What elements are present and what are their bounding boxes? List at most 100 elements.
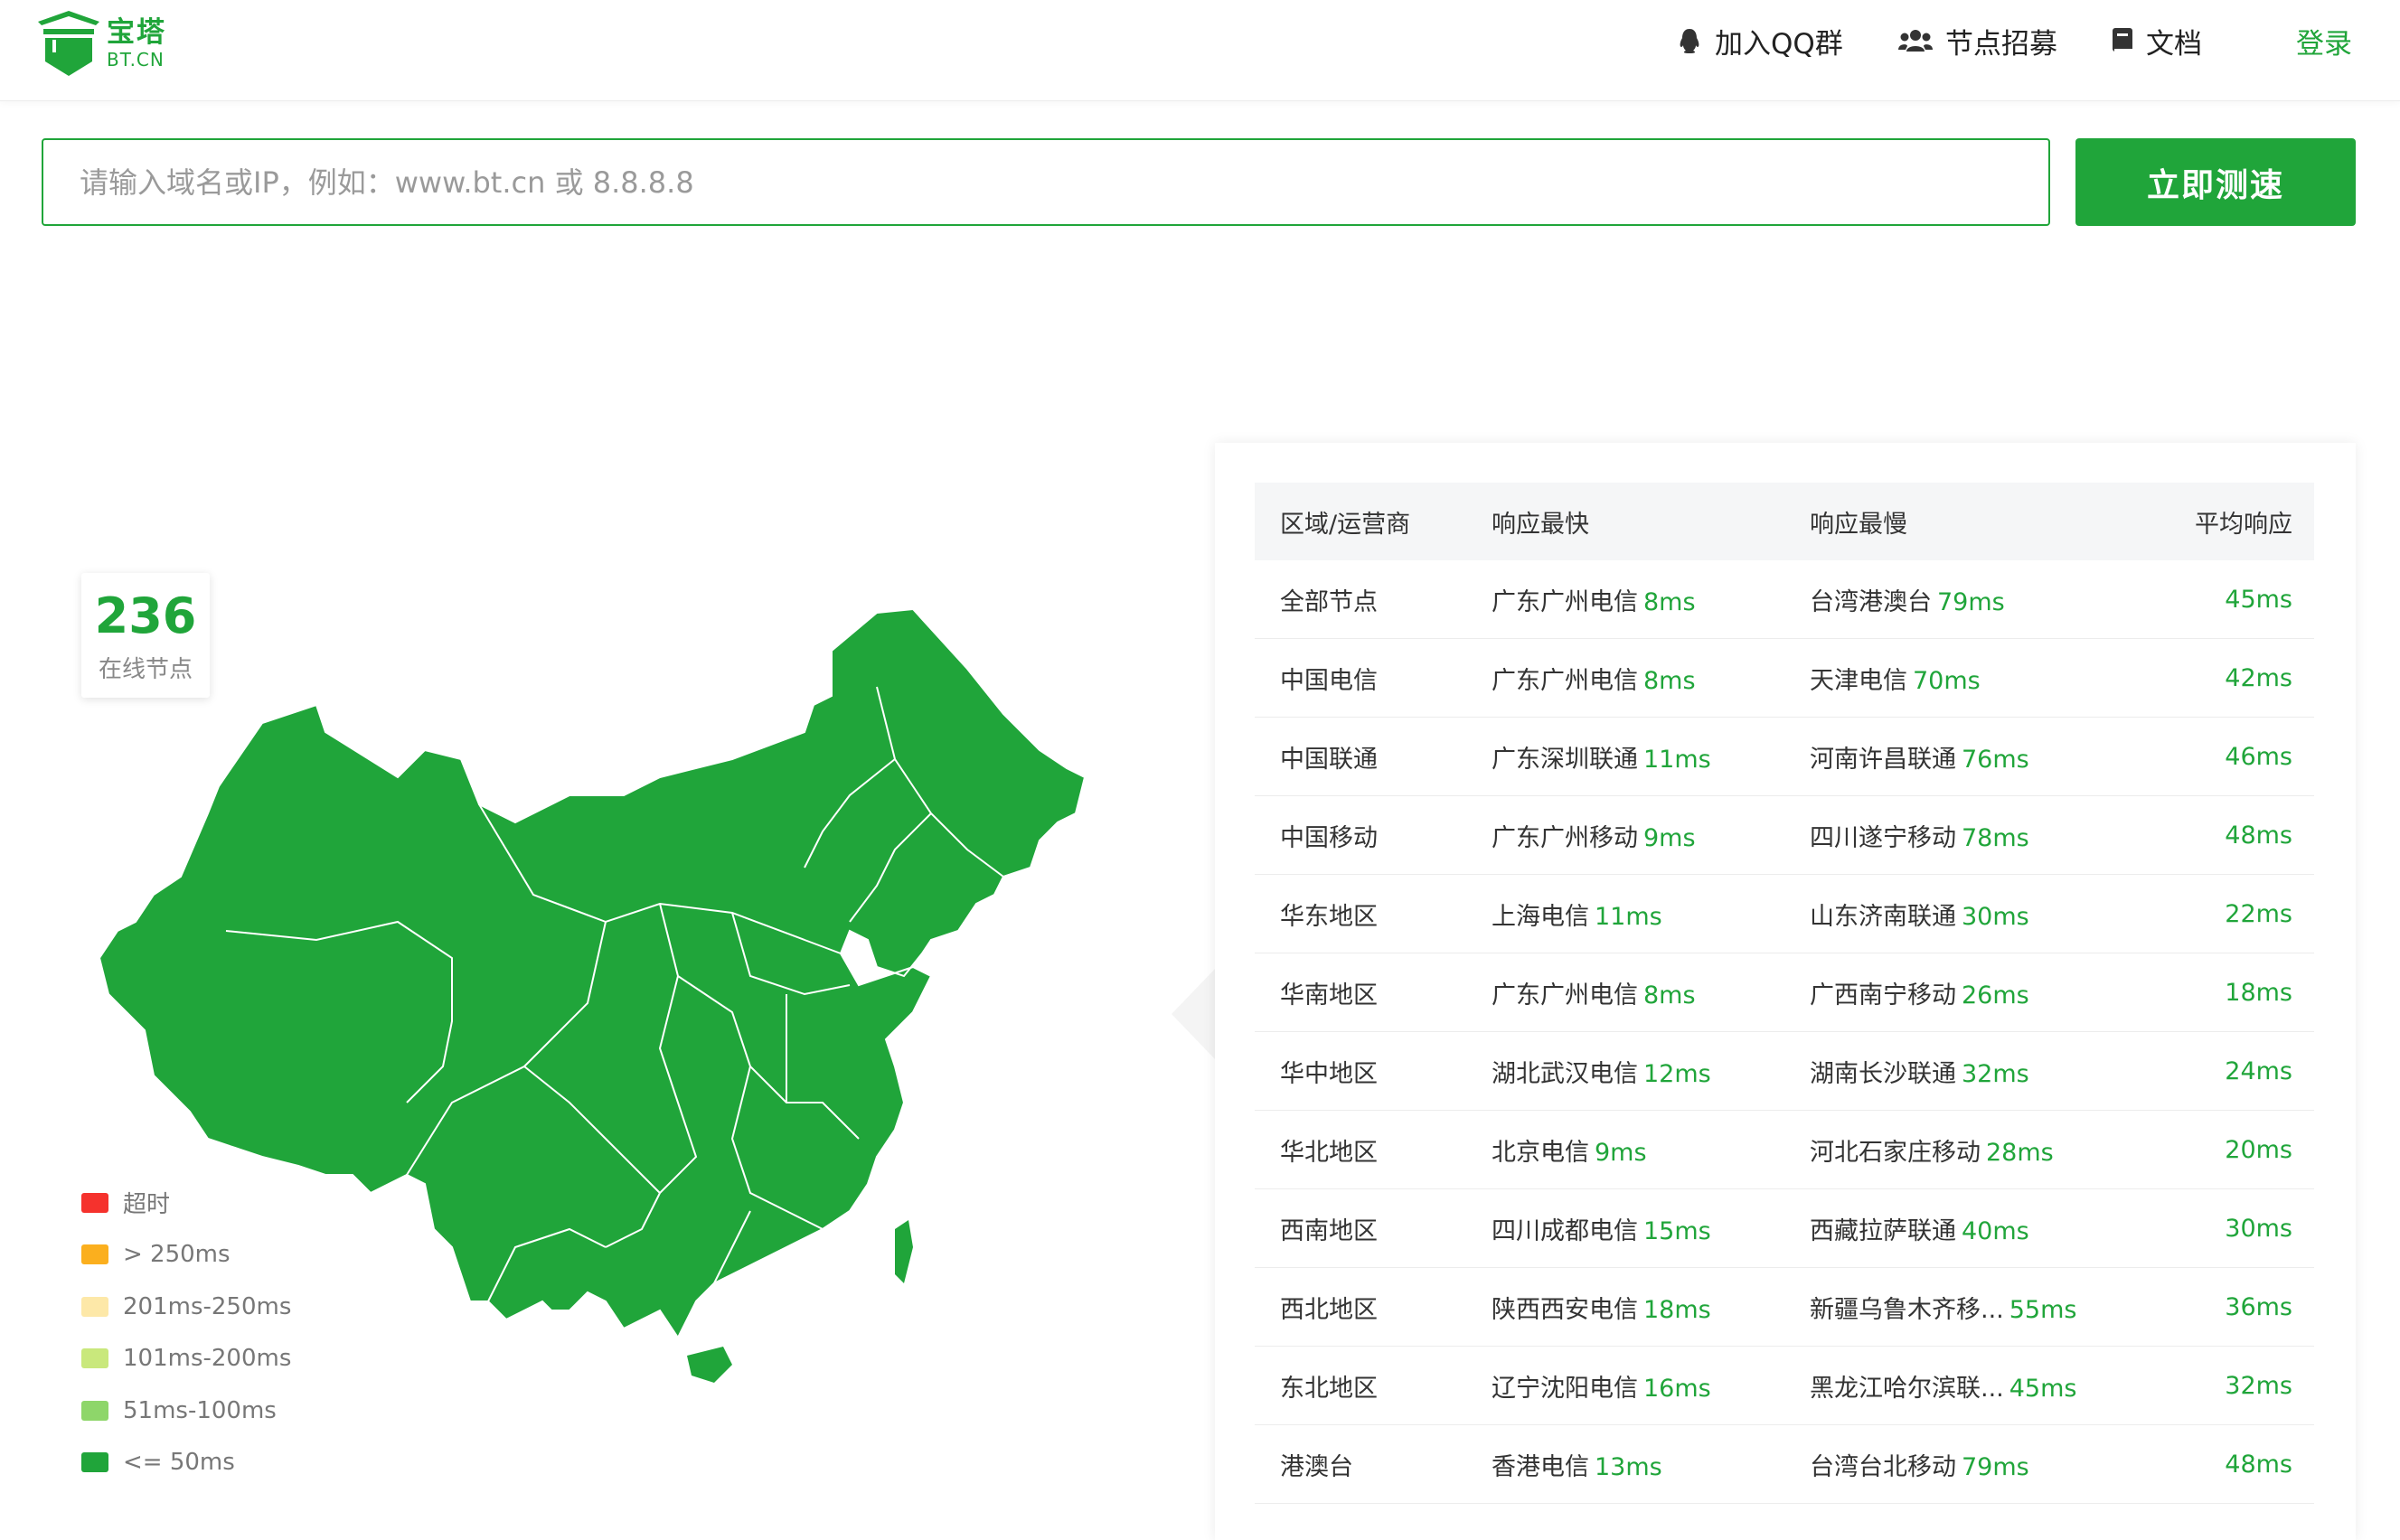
domain-ip-search-input[interactable] [42, 138, 2050, 226]
cell-slowest: 河北石家庄移动 28ms [1810, 1132, 2054, 1168]
cell-region: 华北地区 [1280, 1138, 1378, 1167]
cell-fastest: 上海电信 11ms [1492, 897, 1662, 932]
cell-slowest: 四川遂宁移动 78ms [1810, 818, 2029, 853]
table-row[interactable]: 中国电信 广东广州电信 8ms 天津电信 70ms 42ms [1255, 639, 2314, 718]
legend-label: 51ms-100ms [123, 1396, 277, 1424]
bt-logo-icon[interactable] [33, 5, 105, 78]
legend-swatch [81, 1192, 108, 1213]
speed-summary-table: 区域/运营商 响应最快 响应最慢 平均响应 全部节点 广东广州电信 8ms 台湾港澳台… [1255, 483, 2314, 1504]
slowest-node: 新疆乌鲁木齐移... [1810, 1295, 2004, 1324]
nav-node-recruit[interactable]: 节点招募 [1898, 20, 2057, 61]
col-fastest-header: 响应最快 [1492, 510, 1589, 539]
cell-average: 32ms [2225, 1371, 2292, 1400]
fastest-node: 北京电信 [1492, 1138, 1589, 1167]
cell-slowest: 湖南长沙联通 32ms [1810, 1054, 2029, 1089]
cell-region: 港澳台 [1280, 1452, 1353, 1481]
cell-region: 中国联通 [1280, 745, 1378, 774]
cell-average: 48ms [2225, 821, 2292, 850]
cell-average: 24ms [2225, 1056, 2292, 1085]
col-average-header: 平均响应 [2195, 510, 2292, 539]
taiwan-island[interactable] [895, 1220, 913, 1283]
table-row[interactable]: 中国移动 广东广州移动 9ms 四川遂宁移动 78ms 48ms [1255, 796, 2314, 875]
table-row[interactable]: 港澳台 香港电信 13ms 台湾台北移动 79ms 48ms [1255, 1425, 2314, 1504]
col-slowest-header: 响应最慢 [1810, 510, 1907, 539]
slowest-node: 广西南宁移动 [1810, 981, 1956, 1009]
slowest-ms: 79ms [1962, 1452, 2029, 1481]
nav-qq-group[interactable]: 加入QQ群 [1677, 20, 1843, 61]
cell-fastest: 香港电信 13ms [1492, 1447, 1662, 1482]
cell-average: 45ms [2225, 585, 2292, 614]
table-body: 全部节点 广东广州电信 8ms 台湾港澳台 79ms 45ms 中国电信 广东广州电信 8ms 天… [1255, 560, 2314, 1504]
cell-average: 22ms [2225, 899, 2292, 928]
table-row[interactable]: 西北地区 陕西西安电信 18ms 新疆乌鲁木齐移... 55ms 36ms [1255, 1268, 2314, 1347]
fastest-ms: 8ms [1643, 981, 1696, 1009]
fastest-node: 湖北武汉电信 [1492, 1059, 1638, 1088]
slowest-ms: 45ms [2009, 1374, 2077, 1403]
table-row[interactable]: 全部节点 广东广州电信 8ms 台湾港澳台 79ms 45ms [1255, 560, 2314, 639]
slowest-node: 台湾港澳台 [1810, 587, 1932, 616]
slowest-node: 山东济南联通 [1810, 902, 1956, 931]
table-row[interactable]: 西南地区 四川成都电信 15ms 西藏拉萨联通 40ms 30ms [1255, 1189, 2314, 1268]
table-row[interactable]: 中国联通 广东深圳联通 11ms 河南许昌联通 76ms 46ms [1255, 718, 2314, 796]
cell-average: 48ms [2225, 1450, 2292, 1479]
logo-domain[interactable]: BT.CN [107, 49, 165, 70]
nav-docs-label: 文档 [2146, 27, 2202, 61]
table-row[interactable]: 东北地区 辽宁沈阳电信 16ms 黑龙江哈尔滨联... 45ms 32ms [1255, 1347, 2314, 1425]
fastest-node: 陕西西安电信 [1492, 1295, 1638, 1324]
fastest-node: 广东广州移动 [1492, 823, 1638, 852]
fastest-ms: 11ms [1643, 745, 1711, 774]
slowest-node: 黑龙江哈尔滨联... [1810, 1374, 2004, 1403]
fastest-ms: 13ms [1595, 1452, 1662, 1481]
table-row[interactable]: 华南地区 广东广州电信 8ms 广西南宁移动 26ms 18ms [1255, 953, 2314, 1032]
cell-region: 东北地区 [1280, 1374, 1378, 1403]
fastest-node: 广东广州电信 [1492, 666, 1638, 695]
legend-swatch [81, 1296, 108, 1317]
fastest-ms: 8ms [1643, 666, 1696, 695]
legend-item: 201ms-250ms [81, 1281, 291, 1333]
slowest-node: 西藏拉萨联通 [1810, 1216, 1956, 1245]
cell-slowest: 西藏拉萨联通 40ms [1810, 1211, 2029, 1246]
online-node-label: 在线节点 [98, 656, 193, 683]
cell-slowest: 广西南宁移动 26ms [1810, 975, 2029, 1010]
table-row[interactable]: 华中地区 湖北武汉电信 12ms 湖南长沙联通 32ms 24ms [1255, 1032, 2314, 1111]
cell-region: 西南地区 [1280, 1216, 1378, 1245]
table-header: 区域/运营商 响应最快 响应最慢 平均响应 [1255, 483, 2314, 560]
latency-legend: 超时 > 250ms 201ms-250ms 101ms-200ms 51ms-100m… [81, 1177, 291, 1488]
legend-item: 101ms-200ms [81, 1333, 291, 1385]
cell-region: 全部节点 [1280, 587, 1378, 616]
speed-test-button[interactable]: 立即测速 [2075, 138, 2356, 226]
legend-swatch [81, 1452, 108, 1473]
nav-qq-label: 加入QQ群 [1715, 27, 1843, 61]
hainan-island[interactable] [687, 1347, 732, 1383]
qq-penguin-icon [1680, 29, 1699, 53]
slowest-ms: 76ms [1962, 745, 2029, 774]
fastest-node: 四川成都电信 [1492, 1216, 1638, 1245]
logo-name[interactable]: 宝塔 [107, 9, 166, 50]
legend-label: 201ms-250ms [123, 1292, 292, 1320]
legend-item: 51ms-100ms [81, 1385, 291, 1437]
nav-docs[interactable]: 文档 [2112, 20, 2202, 61]
slowest-node: 四川遂宁移动 [1810, 823, 1956, 852]
cell-fastest: 广东广州电信 8ms [1492, 975, 1696, 1010]
cell-average: 20ms [2225, 1135, 2292, 1164]
cell-region: 中国电信 [1280, 666, 1378, 695]
slowest-ms: 28ms [1986, 1138, 2054, 1167]
top-header: 宝塔 BT.CN 加入QQ群 节点招募 文档 登录 [0, 0, 2400, 101]
book-icon [2113, 28, 2132, 52]
cell-fastest: 四川成都电信 15ms [1492, 1211, 1711, 1246]
cell-slowest: 黑龙江哈尔滨联... 45ms [1810, 1368, 2076, 1404]
fastest-node: 上海电信 [1492, 902, 1589, 931]
legend-item: > 250ms [81, 1229, 291, 1282]
fastest-node: 香港电信 [1492, 1452, 1589, 1481]
cell-slowest: 河南许昌联通 76ms [1810, 739, 2029, 775]
legend-item: 超时 [81, 1177, 291, 1229]
table-row[interactable]: 华东地区 上海电信 11ms 山东济南联通 30ms 22ms [1255, 875, 2314, 953]
legend-swatch [81, 1348, 108, 1369]
fastest-node: 辽宁沈阳电信 [1492, 1374, 1638, 1403]
login-link[interactable]: 登录 [2296, 20, 2352, 61]
fastest-ms: 16ms [1643, 1374, 1711, 1403]
legend-item: <= 50ms [81, 1437, 291, 1489]
fastest-node: 广东广州电信 [1492, 587, 1638, 616]
table-row[interactable]: 华北地区 北京电信 9ms 河北石家庄移动 28ms 20ms [1255, 1111, 2314, 1189]
fastest-node: 广东广州电信 [1492, 981, 1638, 1009]
